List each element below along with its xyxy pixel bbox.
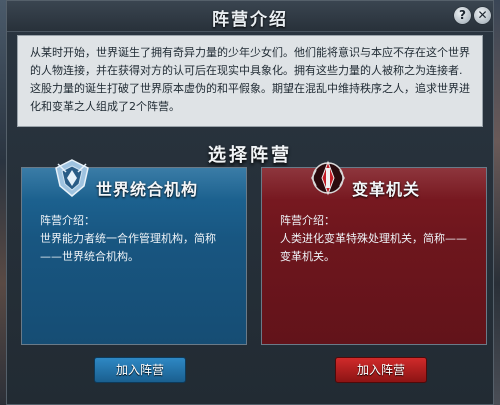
intro-panel: 从某时开始，世界诞生了拥有奇异力量的少年少女们。他们能将意识与本应不存在这个世界… — [17, 35, 483, 127]
faction-intro-text: 世界能力者统一合作管理机构，简称——世界统合机构。 — [40, 232, 216, 263]
intro-text: 从某时开始，世界诞生了拥有奇异力量的少年少女们。他们能将意识与本应不存在这个世界… — [30, 46, 470, 113]
faction-dialog: 阵营介绍 ? ✕ 从某时开始，世界诞生了拥有奇异力量的少年少女们。他们能将意识与… — [6, 0, 494, 405]
faction-card-world-union[interactable]: 世界统合机构 阵营介绍： 世界能力者统一合作管理机构，简称——世界统合机构。 — [21, 159, 247, 345]
faction-intro-label: 阵营介绍： — [40, 214, 95, 227]
faction-description: 阵营介绍： 人类进化变革特殊处理机关，简称——变革机关。 — [280, 212, 470, 266]
faction-intro-label: 阵营介绍： — [280, 214, 335, 227]
dialog-title: 阵营介绍 — [212, 10, 288, 30]
help-button[interactable]: ? — [454, 7, 471, 24]
join-reform-agency-button[interactable]: 加入阵营 — [335, 357, 427, 383]
faction-card-reform-agency[interactable]: 变革机关 阵营介绍： 人类进化变革特殊处理机关，简称——变革机关。 — [261, 160, 487, 345]
title-bar: 阵营介绍 ? ✕ — [7, 1, 493, 32]
join-world-union-button[interactable]: 加入阵营 — [94, 357, 186, 383]
faction-name: 世界统合机构 — [96, 180, 199, 199]
reform-agency-emblem-icon — [311, 160, 345, 196]
close-button[interactable]: ✕ — [474, 7, 491, 24]
world-union-emblem-icon — [55, 159, 89, 197]
faction-description: 阵营介绍： 世界能力者统一合作管理机构，简称——世界统合机构。 — [40, 212, 230, 266]
faction-intro-text: 人类进化变革特殊处理机关，简称——变革机关。 — [280, 232, 467, 263]
faction-name: 变革机关 — [352, 180, 421, 199]
